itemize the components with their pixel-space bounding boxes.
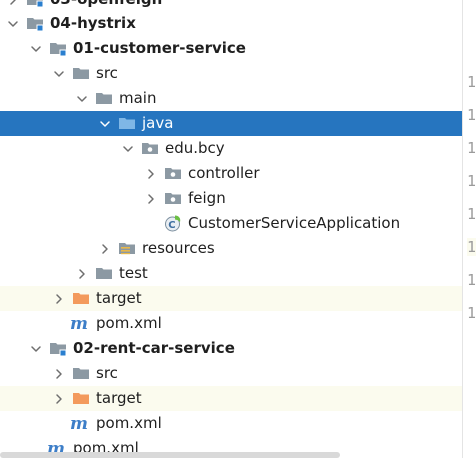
chevron-down-icon[interactable]	[76, 86, 88, 111]
tree-row[interactable]: main	[0, 86, 462, 111]
tree-row[interactable]: m pom.xml	[0, 411, 462, 436]
line-number: 1	[467, 238, 476, 256]
module-folder-icon	[49, 339, 67, 357]
tree-row[interactable]: C CustomerServiceApplication	[0, 211, 462, 236]
chevron-down-icon[interactable]	[7, 11, 19, 36]
line-number: 1	[467, 271, 476, 289]
tree-row[interactable]: edu.bcy	[0, 136, 462, 161]
tree-item-label: src	[96, 64, 118, 82]
package-icon	[164, 189, 182, 207]
line-number: 1	[467, 172, 476, 190]
project-tree: 03-openfeign04-hystrix01-customer-servic…	[0, 0, 462, 458]
spring-boot-class-icon: C	[164, 214, 182, 232]
tree-item-label: target	[96, 389, 142, 407]
tree-row[interactable]: src	[0, 61, 462, 86]
source-folder-icon	[118, 114, 136, 132]
tree-row[interactable]: 04-hystrix	[0, 11, 462, 36]
tree-item-label: target	[96, 289, 142, 307]
chevron-right-icon[interactable]	[99, 236, 111, 261]
tree-item-label: 04-hystrix	[50, 14, 136, 32]
folder-icon	[95, 89, 113, 107]
chevron-right-icon[interactable]	[53, 361, 65, 386]
tree-item-label: CustomerServiceApplication	[188, 214, 401, 232]
chevron-down-icon[interactable]	[30, 336, 42, 361]
chevron-right-icon[interactable]	[145, 186, 157, 211]
chevron-right-icon[interactable]	[145, 161, 157, 186]
chevron-down-icon[interactable]	[122, 136, 134, 161]
tree-item-label: resources	[142, 239, 215, 257]
tree-row[interactable]: controller	[0, 161, 462, 186]
resources-folder-icon	[118, 239, 136, 257]
svg-text:C: C	[168, 220, 175, 231]
tree-row[interactable]: target	[0, 286, 462, 311]
module-folder-icon	[26, 14, 44, 32]
horizontal-scrollbar[interactable]	[0, 452, 340, 458]
tree-item-label: pom.xml	[96, 314, 162, 332]
tree-item-label: main	[119, 89, 157, 107]
module-folder-icon	[49, 39, 67, 57]
tree-item-label: 02-rent-car-service	[73, 339, 235, 357]
line-number: 1	[467, 205, 476, 223]
tree-row[interactable]: feign	[0, 186, 462, 211]
tree-item-label: test	[119, 264, 148, 282]
chevron-down-icon[interactable]	[99, 111, 111, 136]
excluded-folder-icon	[72, 289, 90, 307]
tree-row[interactable]: m pom.xml	[0, 311, 462, 336]
chevron-right-icon[interactable]	[53, 386, 65, 411]
folder-icon	[72, 364, 90, 382]
svg-text:m: m	[70, 414, 88, 432]
tree-item-label: controller	[188, 164, 260, 182]
maven-icon: m	[70, 314, 88, 334]
tree-row[interactable]: 01-customer-service	[0, 36, 462, 61]
chevron-right-icon[interactable]	[53, 286, 65, 311]
tree-item-label: 01-customer-service	[73, 39, 246, 57]
line-number: 1	[467, 73, 476, 91]
tree-item-label: pom.xml	[96, 414, 162, 432]
package-icon	[164, 164, 182, 182]
tree-item-label: src	[96, 364, 118, 382]
tree-row[interactable]: src	[0, 361, 462, 386]
package-icon	[141, 139, 159, 157]
line-number: 1	[467, 139, 476, 157]
tree-item-label: feign	[188, 189, 226, 207]
folder-icon	[95, 264, 113, 282]
tree-item-label: edu.bcy	[165, 139, 225, 157]
tree-row[interactable]: java	[0, 111, 462, 136]
line-number: 1	[467, 106, 476, 124]
tree-row[interactable]: 02-rent-car-service	[0, 336, 462, 361]
svg-text:m: m	[70, 314, 88, 332]
tree-item-label: java	[142, 114, 174, 132]
tree-row[interactable]: test	[0, 261, 462, 286]
module-folder-icon	[26, 0, 44, 8]
excluded-folder-icon	[72, 389, 90, 407]
chevron-down-icon[interactable]	[53, 61, 65, 86]
chevron-down-icon[interactable]	[30, 36, 42, 61]
editor-gutter: 1 1 1 1 1 1 1 1	[462, 0, 476, 458]
tree-row[interactable]: target	[0, 386, 462, 411]
maven-icon: m	[70, 414, 88, 434]
line-number: 1	[467, 304, 476, 322]
tree-row[interactable]: resources	[0, 236, 462, 261]
chevron-right-icon[interactable]	[76, 261, 88, 286]
folder-icon	[72, 64, 90, 82]
